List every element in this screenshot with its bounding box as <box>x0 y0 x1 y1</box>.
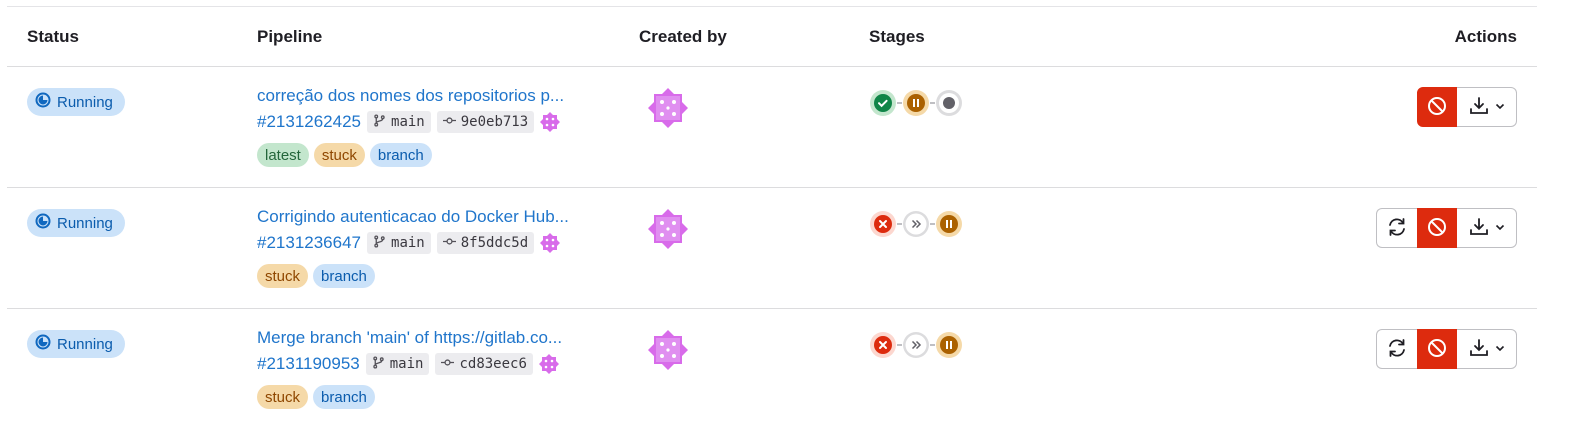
label-branch: branch <box>369 143 432 167</box>
commit-sha-text: 9e0eb713 <box>460 114 529 130</box>
retry-icon <box>1386 337 1408 362</box>
pipeline-meta: #2131262425 main 9e0eb713 <box>257 111 561 133</box>
commit-icon <box>441 356 455 373</box>
stage-created-icon[interactable] <box>935 89 963 117</box>
cancel-icon <box>1426 337 1448 362</box>
cancel-icon <box>1426 216 1448 241</box>
pipeline-actions <box>1417 87 1517 127</box>
pipeline-id-link[interactable]: #2131236647 <box>257 233 361 253</box>
commit-title-link[interactable]: correção dos nomes dos repositorios p... <box>257 86 564 106</box>
stage-manual-icon[interactable] <box>902 89 930 117</box>
stage-failed-icon[interactable] <box>869 210 897 238</box>
stage-manual-icon[interactable] <box>935 331 963 359</box>
pipeline-actions <box>1376 329 1517 369</box>
commit-sha-text: cd83eec6 <box>459 356 527 372</box>
table-header: Status Pipeline Created by Stages Action… <box>7 6 1537 67</box>
pipeline-labels: latest stuck branch <box>257 143 432 167</box>
pipeline-actions <box>1376 208 1517 248</box>
author-avatar-small[interactable] <box>540 233 561 253</box>
cancel-button[interactable] <box>1417 208 1457 248</box>
pipeline-stages <box>869 331 963 359</box>
label-latest: latest <box>257 143 309 167</box>
status-text: Running <box>57 214 113 232</box>
commit-sha[interactable]: 9e0eb713 <box>436 111 535 133</box>
retry-button[interactable] <box>1376 208 1417 248</box>
status-text: Running <box>57 93 113 111</box>
pipeline-id-link[interactable]: #2131262425 <box>257 112 361 132</box>
stage-manual-icon[interactable] <box>935 210 963 238</box>
pipeline-meta: #2131190953 main cd83eec6 <box>257 353 559 375</box>
pipeline-meta: #2131236647 main 8f5ddc5d <box>257 232 561 254</box>
pipelines-table: Status Pipeline Created by Stages Action… <box>7 6 1537 430</box>
author-avatar-small[interactable] <box>538 354 559 374</box>
chevron-down-icon <box>1494 342 1506 357</box>
pipeline-stages <box>869 210 963 238</box>
column-actions: Actions <box>1454 27 1517 46</box>
column-created-by: Created by <box>639 27 727 46</box>
branch-icon <box>372 355 385 373</box>
column-stages: Stages <box>869 27 925 46</box>
running-icon <box>35 92 51 112</box>
download-icon <box>1468 95 1490 120</box>
branch-icon <box>373 113 386 131</box>
retry-icon <box>1386 216 1408 241</box>
running-icon <box>35 334 51 354</box>
column-pipeline: Pipeline <box>257 27 323 46</box>
retry-button[interactable] <box>1376 329 1417 369</box>
branch-icon <box>373 234 386 252</box>
stage-success-icon[interactable] <box>869 89 897 117</box>
stage-skipped-icon[interactable] <box>902 331 930 359</box>
branch-name: main <box>391 235 425 251</box>
commit-title-link[interactable]: Corrigindo autenticacao do Docker Hub... <box>257 207 569 227</box>
pipeline-labels: stuck branch <box>257 385 375 409</box>
avatar[interactable] <box>647 329 689 371</box>
branch-name: main <box>391 114 425 130</box>
cancel-button[interactable] <box>1417 87 1457 127</box>
download-icon <box>1468 337 1490 362</box>
label-stuck: stuck <box>257 264 309 288</box>
branch-ref[interactable]: main <box>367 111 431 133</box>
avatar[interactable] <box>647 87 689 129</box>
table-row: Running Corrigindo autenticacao do Docke… <box>7 188 1537 309</box>
download-icon <box>1468 216 1490 241</box>
label-branch: branch <box>313 264 375 288</box>
commit-icon <box>442 235 456 252</box>
table-row: Running Merge branch 'main' of https://g… <box>7 309 1537 430</box>
download-artifacts-button[interactable] <box>1457 208 1517 248</box>
stage-skipped-icon[interactable] <box>902 210 930 238</box>
commit-title-link[interactable]: Merge branch 'main' of https://gitlab.co… <box>257 328 562 348</box>
author-avatar-small[interactable] <box>540 112 561 132</box>
status-text: Running <box>57 335 113 353</box>
label-stuck: stuck <box>257 385 309 409</box>
branch-ref[interactable]: main <box>365 353 430 375</box>
commit-sha[interactable]: cd83eec6 <box>435 353 533 375</box>
download-artifacts-button[interactable] <box>1457 87 1517 127</box>
cancel-icon <box>1426 95 1448 120</box>
commit-sha[interactable]: 8f5ddc5d <box>436 232 535 254</box>
commit-icon <box>442 114 456 131</box>
commit-sha-text: 8f5ddc5d <box>460 235 529 251</box>
status-badge[interactable]: Running <box>27 88 125 116</box>
running-icon <box>35 213 51 233</box>
pipeline-stages <box>869 89 963 117</box>
column-status: Status <box>27 27 79 46</box>
label-stuck: stuck <box>313 143 365 167</box>
label-branch: branch <box>313 385 375 409</box>
branch-ref[interactable]: main <box>367 232 431 254</box>
status-badge[interactable]: Running <box>27 330 125 358</box>
cancel-button[interactable] <box>1417 329 1457 369</box>
stage-failed-icon[interactable] <box>869 331 897 359</box>
status-badge[interactable]: Running <box>27 209 125 237</box>
avatar[interactable] <box>647 208 689 250</box>
chevron-down-icon <box>1494 221 1506 236</box>
download-artifacts-button[interactable] <box>1457 329 1517 369</box>
table-row: Running correção dos nomes dos repositor… <box>7 67 1537 188</box>
chevron-down-icon <box>1494 100 1506 115</box>
branch-name: main <box>389 356 424 372</box>
pipeline-labels: stuck branch <box>257 264 375 288</box>
pipeline-id-link[interactable]: #2131190953 <box>257 354 360 374</box>
